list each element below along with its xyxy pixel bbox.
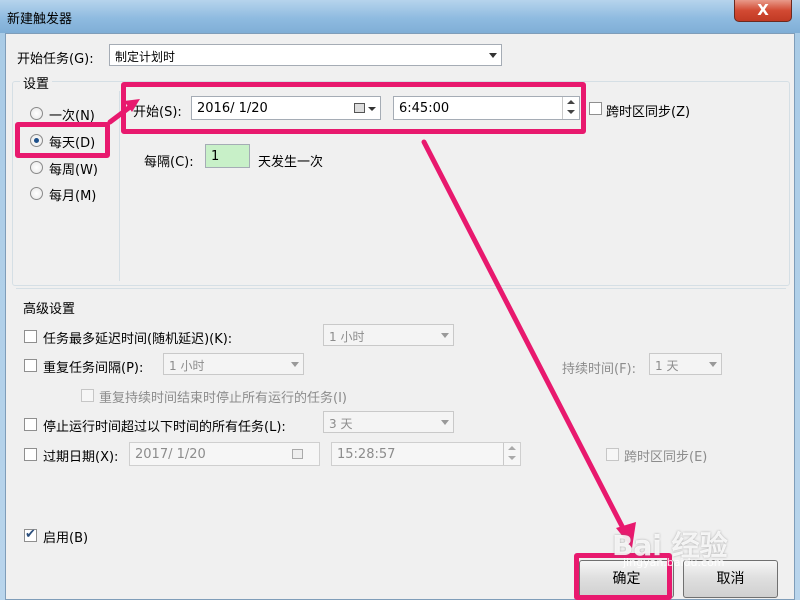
enabled-checkbox[interactable]: ✔ [24,527,37,542]
settings-group-title: 设置 [20,73,53,92]
expire-checkbox[interactable] [24,448,37,461]
chevron-down-icon [291,362,299,367]
expire-time-input[interactable]: 15:28:57 [331,442,521,466]
delay-value: 1 小时 [329,330,365,344]
window-title: 新建触发器 [7,12,73,27]
every-label: 每隔(C): [144,155,194,170]
repeat-value: 1 小时 [169,359,205,373]
repeat-select[interactable]: 1 小时 [163,353,304,375]
sync-timezone-checkbox[interactable] [589,102,602,115]
stop-longer-value: 3 天 [329,417,353,431]
delay-label[interactable]: 任务最多延迟时间(随机延迟)(K): [43,328,232,347]
every-days-input[interactable]: 1 [205,144,250,168]
highlight-daily [15,122,110,158]
advanced-title: 高级设置 [23,302,76,317]
chevron-down-icon [489,53,497,58]
delay-select[interactable]: 1 小时 [323,324,454,346]
expire-time-value: 15:28:57 [337,447,396,462]
chevron-down-icon [441,420,449,425]
close-button[interactable]: X [734,0,792,22]
stop-longer-checkbox[interactable] [24,418,37,431]
settings-divider [119,91,120,281]
spin-up-icon[interactable] [508,446,516,450]
stop-longer-label[interactable]: 停止运行时间超过以下时间的所有任务(L): [43,416,286,435]
calendar-icon[interactable] [292,449,303,459]
spin-down-icon[interactable] [508,456,516,460]
stop-all-label[interactable]: 重复持续时间结束时停止所有运行的任务(I) [99,387,347,406]
expire-date-picker[interactable]: 2017/ 1/20 [129,442,320,466]
radio-monthly-label[interactable]: 每月(M) [49,185,96,204]
expire-sync-checkbox[interactable] [606,448,619,461]
radio-monthly[interactable] [30,187,43,200]
sync-timezone-label[interactable]: 跨时区同步(Z) [606,101,690,120]
duration-value: 1 天 [655,359,679,373]
every-suffix: 天发生一次 [258,155,324,170]
advanced-divider [16,288,786,289]
every-days-value: 1 [211,149,220,164]
stop-longer-select[interactable]: 3 天 [323,411,454,433]
start-task-label: 开始任务(G): [17,52,94,67]
watermark-url: jingyan.baidu.com [623,556,725,569]
repeat-label[interactable]: 重复任务间隔(P): [43,357,143,376]
enabled-label[interactable]: 启用(B) [43,527,88,546]
check-icon: ✔ [25,527,36,542]
time-spinner[interactable] [503,443,519,465]
repeat-checkbox[interactable] [24,359,37,372]
start-task-select[interactable]: 制定计划时 [109,44,502,66]
chevron-down-icon [709,362,717,367]
expire-date-value: 2017/ 1/20 [135,447,206,462]
delay-checkbox[interactable] [24,330,37,343]
title-bar[interactable]: 新建触发器 X [0,0,800,33]
close-icon: X [757,1,769,19]
radio-weekly[interactable] [30,161,43,174]
expire-label[interactable]: 过期日期(X): [43,446,118,465]
radio-weekly-label[interactable]: 每周(W) [49,159,98,178]
chevron-down-icon [441,333,449,338]
expire-sync-label[interactable]: 跨时区同步(E) [624,446,707,465]
highlight-start-row [121,82,586,134]
duration-select[interactable]: 1 天 [649,353,722,375]
duration-label: 持续时间(F): [562,362,637,377]
radio-once[interactable] [30,107,43,120]
start-task-value: 制定计划时 [115,50,176,64]
stop-all-checkbox[interactable] [81,389,94,402]
